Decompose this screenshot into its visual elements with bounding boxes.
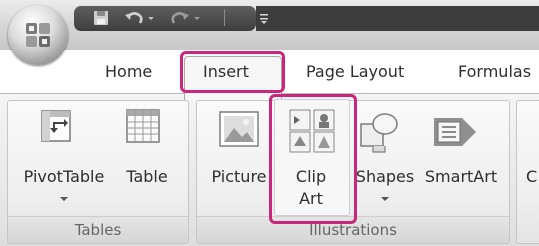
charts-partial-label[interactable]: C xyxy=(526,166,539,188)
tab-formulas[interactable]: Formulas xyxy=(458,53,531,91)
office-logo-icon xyxy=(26,23,50,47)
redo-icon[interactable] xyxy=(170,9,204,27)
shapes-button[interactable]: Shapes xyxy=(354,166,416,188)
pivot-table-dropdown-arrow[interactable] xyxy=(60,197,68,201)
tables-group-label: Tables xyxy=(8,216,188,243)
shapes-dropdown-arrow[interactable] xyxy=(381,197,389,201)
insert-tab-highlight xyxy=(180,51,285,93)
undo-icon[interactable] xyxy=(124,9,158,27)
customize-icon[interactable] xyxy=(257,9,271,27)
smartart-button[interactable]: SmartArt xyxy=(421,166,501,188)
table-button[interactable]: Table xyxy=(120,166,174,188)
clip-art-highlight xyxy=(269,94,357,224)
pivot-table-button[interactable]: PivotTable xyxy=(18,166,110,188)
table-icon[interactable] xyxy=(123,106,163,146)
pivot-table-icon[interactable] xyxy=(36,106,76,146)
shapes-icon[interactable] xyxy=(358,110,400,154)
office-button[interactable] xyxy=(8,5,68,65)
excel-ribbon-screenshot: Home Insert Page Layout Formulas Tables … xyxy=(0,0,539,246)
toolbar-separator xyxy=(224,9,225,26)
picture-button[interactable]: Picture xyxy=(206,166,272,188)
save-icon[interactable] xyxy=(93,9,109,27)
title-strip xyxy=(256,6,539,31)
picture-icon[interactable] xyxy=(218,110,260,150)
tab-page-layout[interactable]: Page Layout xyxy=(306,53,404,91)
smartart-icon[interactable] xyxy=(432,110,478,152)
tab-home[interactable]: Home xyxy=(105,53,152,91)
